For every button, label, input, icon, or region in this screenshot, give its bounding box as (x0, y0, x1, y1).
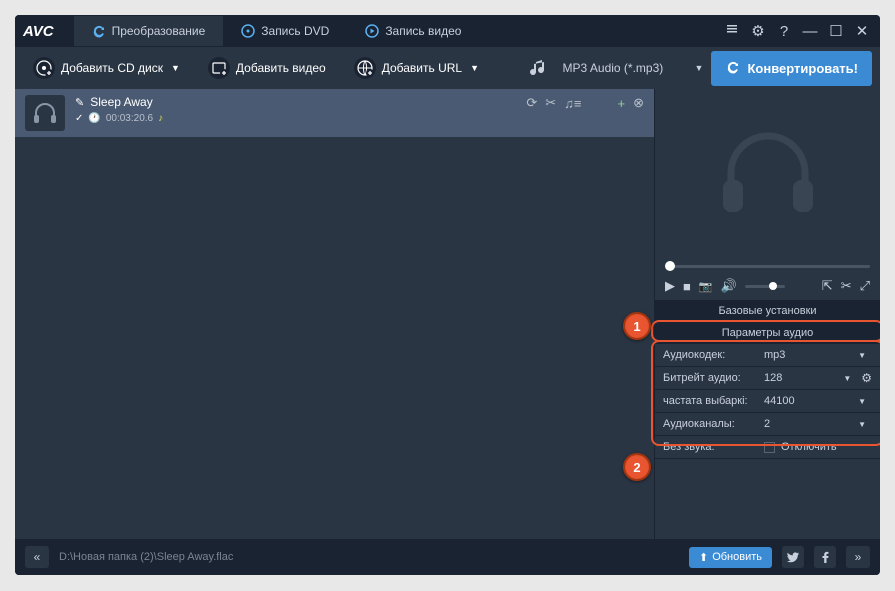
tab-dvd[interactable]: Запись DVD (223, 16, 347, 46)
check-icon[interactable]: ✓ (75, 113, 83, 124)
button-label: Конвертировать! (747, 61, 858, 76)
close-icon[interactable]: ✕ (852, 22, 872, 40)
volume-slider[interactable] (745, 285, 785, 288)
list-icon[interactable] (722, 22, 742, 40)
twitter-icon[interactable] (782, 546, 804, 568)
button-label: Добавить CD диск (61, 61, 163, 75)
collapse-left-button[interactable]: « (25, 546, 49, 568)
add-cd-button[interactable]: Добавить CD диск ▼ (23, 52, 190, 84)
highlight-1 (651, 320, 880, 342)
expand-right-button[interactable]: » (846, 546, 870, 568)
clock-icon: 🕐 (88, 113, 100, 124)
badge-1: 1 (623, 312, 651, 340)
tab-label: Запись DVD (261, 24, 329, 38)
headphones-icon (25, 95, 65, 131)
expand-icon[interactable]: ⤢ (860, 278, 870, 294)
chevron-down-icon: ▼ (171, 63, 180, 73)
minimize-icon[interactable]: — (800, 23, 820, 40)
maximize-icon[interactable]: ☐ (826, 22, 846, 40)
refresh-icon (92, 24, 106, 38)
popout-icon[interactable]: ⇱ (822, 278, 833, 294)
app-window: AVC Преобразование Запись DVD Запись вид… (15, 15, 880, 575)
tab-label: Запись видео (385, 24, 461, 38)
tab-convert[interactable]: Преобразование (74, 16, 224, 46)
add-video-button[interactable]: Добавить видео (198, 52, 336, 84)
add-url-button[interactable]: Добавить URL ▼ (344, 52, 489, 84)
tab-video[interactable]: Запись видео (347, 16, 479, 46)
highlight-2 (651, 340, 880, 446)
up-arrow-icon: ⬆ (699, 551, 708, 564)
file-item[interactable]: ✎ Sleep Away ✓ 🕐 00:03:20.6 ♪ ⟳ ✂ ♫≡ (15, 89, 654, 137)
main-area: ✎ Sleep Away ✓ 🕐 00:03:20.6 ♪ ⟳ ✂ ♫≡ (15, 89, 880, 539)
update-button[interactable]: ⬆ Обновить (689, 547, 772, 568)
chevron-down-icon: ▼ (695, 63, 704, 73)
play-circle-icon (365, 24, 379, 38)
remove-icon[interactable]: ⊗ (633, 95, 644, 111)
convert-button[interactable]: Конвертировать! (711, 51, 872, 86)
play-icon[interactable]: ▶ (665, 278, 675, 294)
facebook-icon[interactable] (814, 546, 836, 568)
gear-icon[interactable]: ⚙ (748, 22, 768, 40)
cut-icon[interactable]: ✂ (545, 95, 556, 111)
headphones-large-icon (713, 128, 823, 223)
output-path[interactable]: D:\Новая папка (2)\Sleep Away.flac (59, 551, 679, 563)
titlebar: AVC Преобразование Запись DVD Запись вид… (15, 15, 880, 47)
refresh-icon (725, 59, 741, 78)
music-note-icon[interactable] (525, 54, 553, 82)
toolbar: Добавить CD диск ▼ Добавить видео Добави… (15, 47, 880, 89)
statusbar: « D:\Новая папка (2)\Sleep Away.flac ⬆ О… (15, 539, 880, 575)
music-list-icon[interactable]: ♫≡ (564, 96, 581, 111)
button-label: Добавить URL (382, 61, 462, 75)
side-panel: ▶ ■ 📷 🔊 ⇱ ✂ ⤢ Базовые установки 1 Параме… (654, 89, 880, 539)
preview-area (655, 89, 880, 261)
volume-icon[interactable]: 🔊 (721, 278, 737, 294)
cut-icon[interactable]: ✂ (841, 278, 852, 294)
plus-icon[interactable]: + (618, 96, 626, 111)
format-dropdown[interactable]: MP3 Audio (*.mp3) (563, 61, 683, 75)
button-label: Добавить видео (236, 61, 326, 75)
tab-label: Преобразование (112, 24, 206, 38)
film-plus-icon (208, 57, 230, 79)
player-controls: ▶ ■ 📷 🔊 ⇱ ✂ ⤢ (655, 272, 880, 300)
chevron-down-icon: ▼ (470, 63, 479, 73)
disc-icon (241, 24, 255, 38)
music-note-icon: ♪ (158, 113, 163, 124)
stop-icon[interactable]: ■ (683, 279, 691, 294)
globe-plus-icon (354, 57, 376, 79)
camera-icon[interactable]: 📷 (699, 280, 713, 293)
seek-slider[interactable] (655, 261, 880, 272)
badge-2: 2 (623, 453, 651, 481)
file-name-text: Sleep Away (90, 95, 153, 109)
app-logo: AVC (23, 23, 54, 40)
file-duration: 00:03:20.6 (106, 113, 153, 124)
audio-settings-section: 1 Параметры аудио 2 Аудиокодек: mp3▼ Бит… (655, 322, 880, 459)
file-list: ✎ Sleep Away ✓ 🕐 00:03:20.6 ♪ ⟳ ✂ ♫≡ (15, 89, 654, 539)
base-settings-header[interactable]: Базовые установки (655, 300, 880, 322)
help-icon[interactable]: ? (774, 23, 794, 40)
refresh-icon[interactable]: ⟳ (526, 95, 537, 111)
disc-plus-icon (33, 57, 55, 79)
pencil-icon[interactable]: ✎ (75, 96, 84, 109)
